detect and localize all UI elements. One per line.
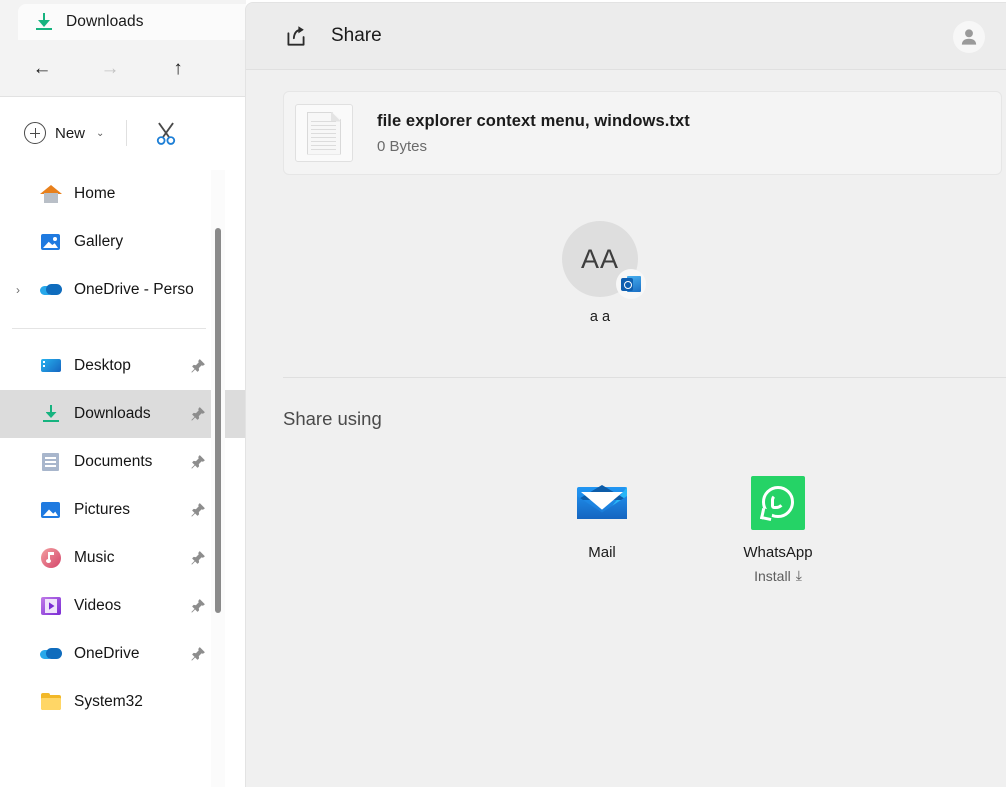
pin-icon[interactable] [190, 454, 206, 470]
tab-downloads[interactable]: Downloads [18, 4, 246, 40]
navigation-bar: ← → ↑ [0, 40, 246, 97]
file-size: 0 Bytes [377, 137, 428, 155]
pin-icon[interactable] [190, 406, 206, 422]
sidebar-item-onedrive[interactable]: OneDrive [0, 630, 246, 678]
pin-icon[interactable] [190, 550, 206, 566]
share-using-app-list: Mail WhatsApp Install ⤓ [557, 476, 823, 584]
sidebar-item-label: OneDrive - Perso [74, 281, 194, 298]
onedrive-icon [40, 643, 62, 665]
text-file-icon [307, 111, 341, 155]
sidebar-scrollbar-thumb[interactable] [215, 228, 221, 613]
music-icon [40, 547, 62, 569]
mail-icon [575, 476, 629, 530]
sidebar-divider [12, 328, 206, 329]
sidebar-item-gallery[interactable]: Gallery [0, 218, 246, 266]
onedrive-icon [40, 279, 62, 301]
app-label: WhatsApp [743, 544, 813, 561]
up-button[interactable]: ↑ [158, 51, 198, 87]
shared-file-card: file explorer context menu, windows.txt … [283, 91, 1002, 175]
chevron-down-icon: ⌄ [96, 127, 105, 139]
cut-button[interactable] [149, 116, 183, 150]
file-thumbnail [295, 104, 353, 162]
sidebar-item-label: OneDrive [74, 645, 140, 662]
pin-icon[interactable] [190, 646, 206, 662]
downloads-icon [34, 12, 54, 32]
share-icon [287, 26, 305, 46]
screen: Downloads ← → ↑ New ⌄ Home Gallery › One… [0, 0, 1006, 787]
documents-icon [40, 451, 62, 473]
sidebar-item-label: Desktop [74, 357, 131, 374]
pin-icon[interactable] [190, 502, 206, 518]
sidebar-item-home[interactable]: Home [0, 170, 246, 218]
account-avatar-icon [961, 29, 977, 45]
sidebar-item-label: Documents [74, 453, 153, 470]
sidebar-item-music[interactable]: Music [0, 534, 246, 582]
sidebar-item-label: Music [74, 549, 115, 566]
sidebar-item-label: Pictures [74, 501, 130, 518]
sidebar-item-label: Downloads [74, 405, 151, 422]
file-details: file explorer context menu, windows.txt … [377, 112, 690, 155]
outlook-icon [616, 269, 646, 299]
new-button-label: New [55, 124, 86, 142]
install-action[interactable]: Install ⤓ [754, 567, 802, 584]
navigation-pane: Home Gallery › OneDrive - Perso Desktop Downl… [0, 170, 246, 787]
up-arrow-icon: ↑ [173, 58, 183, 79]
avatar-initials: AA [580, 243, 620, 274]
back-arrow-icon: ← [32, 58, 52, 79]
file-name: file explorer context menu, windows.txt [377, 111, 690, 130]
title-bar: Downloads [0, 0, 246, 40]
contact-name: a a [589, 309, 611, 325]
home-icon [40, 183, 62, 205]
pin-icon[interactable] [190, 358, 206, 374]
account-button[interactable] [953, 21, 985, 53]
sidebar-item-videos[interactable]: Videos [0, 582, 246, 630]
section-divider [283, 377, 1006, 378]
tab-label: Downloads [66, 13, 144, 30]
sidebar-item-documents[interactable]: Documents [0, 438, 246, 486]
toolbar-divider [126, 120, 128, 146]
gallery-icon [40, 231, 62, 253]
share-dialog: Share file explorer context menu, window… [245, 2, 1006, 787]
install-label: Install [754, 567, 791, 584]
pin-icon[interactable] [190, 598, 206, 614]
avatar: AA [562, 221, 646, 299]
sidebar-item-desktop[interactable]: Desktop [0, 342, 246, 390]
desktop-icon [40, 355, 62, 377]
sidebar-item-label: Videos [74, 597, 122, 614]
back-button[interactable]: ← [22, 51, 62, 87]
scissors-icon [157, 122, 176, 145]
share-target-mail[interactable]: Mail [557, 476, 647, 584]
videos-icon [40, 595, 62, 617]
share-target-whatsapp[interactable]: WhatsApp Install ⤓ [733, 476, 823, 584]
sidebar-item-pictures[interactable]: Pictures [0, 486, 246, 534]
sidebar-item-system32[interactable]: System32 [0, 678, 246, 726]
sidebar-item-label: Gallery [74, 233, 124, 250]
forward-arrow-icon: → [100, 58, 120, 79]
header-divider [246, 69, 1006, 70]
download-icon: ⤓ [795, 567, 802, 583]
whatsapp-icon [751, 476, 805, 530]
downloads-icon [40, 403, 62, 425]
chevron-right-icon[interactable]: › [16, 283, 20, 297]
sidebar-item-downloads[interactable]: Downloads [0, 390, 246, 438]
app-label: Mail [588, 544, 616, 561]
new-button[interactable]: New ⌄ [24, 116, 104, 150]
share-using-heading: Share using [283, 408, 382, 429]
plus-icon [24, 122, 46, 144]
forward-button[interactable]: → [90, 51, 130, 87]
sidebar-item-label: Home [74, 185, 116, 202]
folder-icon [40, 691, 62, 713]
sidebar-item-label: System32 [74, 693, 143, 710]
file-explorer-window: Downloads ← → ↑ New ⌄ Home Gallery › One… [0, 0, 246, 787]
contact-suggestion[interactable]: AA a a [559, 221, 646, 325]
sidebar-item-onedrive-perso[interactable]: › OneDrive - Perso [0, 266, 246, 314]
sidebar-list: Home Gallery › OneDrive - Perso Desktop Downl… [0, 170, 246, 726]
command-toolbar: New ⌄ [0, 97, 246, 169]
share-dialog-title: Share [331, 25, 382, 46]
pictures-icon [40, 499, 62, 521]
share-dialog-header: Share [246, 3, 1006, 69]
